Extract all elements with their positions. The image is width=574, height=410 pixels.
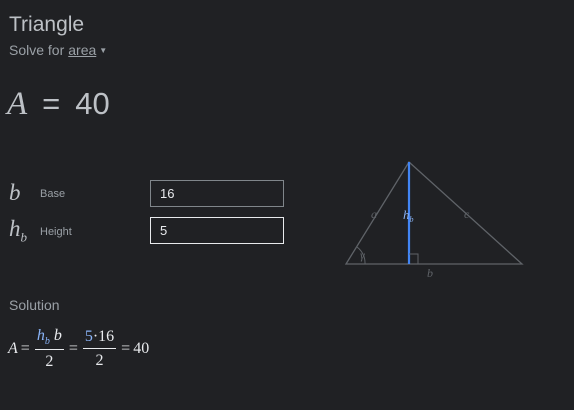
- base-symbol: b: [9, 180, 21, 205]
- base-input[interactable]: [150, 180, 284, 207]
- triangle-calculator: Triangle Solve for area ▼ A = 40 b Base …: [0, 0, 574, 410]
- solve-for-dropdown[interactable]: area: [68, 42, 96, 58]
- base-label: Base: [40, 188, 66, 200]
- page-title: Triangle: [9, 13, 85, 36]
- result-display: A = 40: [7, 86, 110, 123]
- formula-fraction-symbolic: hb b 2: [34, 327, 64, 371]
- triangle-diagram: γ a c b hb: [344, 160, 524, 280]
- gamma-label: γ: [360, 248, 365, 262]
- result-equals: =: [42, 86, 61, 121]
- chevron-down-icon[interactable]: ▼: [99, 46, 107, 55]
- side-b-label: b: [427, 266, 433, 280]
- formula-equals-3: =: [121, 340, 131, 358]
- formula-equals-2: =: [68, 340, 78, 358]
- height-symbol: hb: [9, 216, 27, 245]
- formula-result: 40: [133, 340, 150, 358]
- right-angle-marker: [409, 253, 419, 264]
- formula-fraction-numeric: 5·16 2: [82, 328, 117, 370]
- height-input[interactable]: [150, 217, 284, 244]
- side-c-label: c: [464, 207, 470, 221]
- result-symbol: A: [7, 86, 28, 122]
- side-a-label: a: [371, 207, 377, 221]
- solution-heading: Solution: [9, 297, 60, 313]
- result-value: 40: [75, 86, 110, 121]
- solution-formula: A = hb b 2 = 5·16 2 = 40: [8, 327, 149, 371]
- height-label: Height: [40, 226, 72, 238]
- formula-equals-1: =: [20, 340, 30, 358]
- height-label-diagram: hb: [403, 207, 414, 224]
- formula-lhs: A: [8, 340, 18, 358]
- solve-for-row: Solve for area ▼: [9, 42, 107, 58]
- solve-for-prefix: Solve for: [9, 42, 65, 58]
